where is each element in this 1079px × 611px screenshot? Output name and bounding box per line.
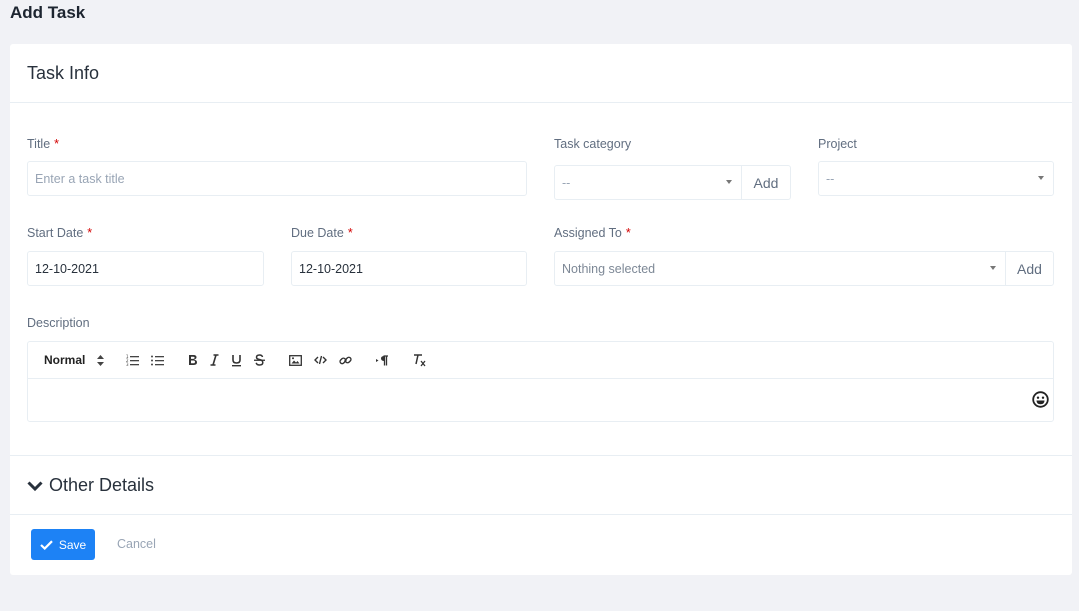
description-label: Description [27,316,90,330]
clear-format-icon[interactable] [413,350,427,370]
project-value: -- [826,171,835,186]
dropdown-caret-icon [990,266,996,270]
code-icon[interactable] [314,350,327,370]
save-label: Save [58,537,87,552]
bullet-list-icon[interactable] [151,350,164,370]
other-details-toggle[interactable]: Other Details [27,475,154,496]
italic-icon[interactable] [210,350,219,370]
section-divider [10,455,1072,456]
due-date-label: Due Date * [291,226,353,240]
title-input[interactable]: Enter a task title [27,161,527,196]
section-divider [10,514,1072,515]
page-title: Add Task [10,3,86,22]
link-icon[interactable] [339,350,352,370]
required-mark: * [54,137,60,151]
task-category-label: Task category [554,137,632,151]
add-assignee-button[interactable]: Add [1005,251,1054,286]
rtl-paragraph-icon[interactable] [376,350,389,370]
dropdown-caret-icon [726,180,732,184]
check-icon [40,539,53,550]
svg-text:3: 3 [126,362,129,366]
start-date-label-text: Start Date [27,226,84,240]
required-mark: * [347,226,353,240]
start-date-label: Start Date * [27,226,92,240]
editor-toolbar: Normal 123 [28,342,1053,379]
title-label: Title * [27,137,59,151]
due-date-label-text: Due Date [291,226,344,240]
add-task-category-button[interactable]: Add [741,165,791,200]
select-arrows-icon [97,354,104,366]
assigned-to-value: Nothing selected [562,261,656,276]
project-label: Project [818,137,857,151]
underline-icon[interactable] [231,350,242,370]
chevron-down-icon [27,480,43,491]
image-icon[interactable] [289,350,302,370]
assigned-to-label: Assigned To * [554,226,631,240]
assigned-to-label-text: Assigned To [554,226,622,240]
cancel-button[interactable]: Cancel [117,537,156,551]
emoji-icon[interactable] [1032,391,1049,408]
dropdown-caret-icon [1038,176,1044,180]
task-category-select[interactable]: -- [554,165,742,200]
bold-icon[interactable] [188,350,198,370]
header-size-select[interactable]: Normal [44,350,104,370]
title-placeholder: Enter a task title [35,171,125,186]
card-header: Task Info [10,44,1072,103]
project-select[interactable]: -- [818,161,1054,196]
required-mark: * [87,226,93,240]
header-size-value: Normal [44,353,86,367]
save-button[interactable]: Save [31,529,95,560]
due-date-input[interactable]: 12-10-2021 [291,251,527,286]
title-label-text: Title [27,137,51,151]
task-form-card: Task Info Title * Enter a task title Task… [10,44,1072,575]
required-mark: * [625,226,631,240]
description-editor: Normal 123 [27,341,1054,422]
ordered-list-icon[interactable]: 123 [126,350,139,370]
start-date-input[interactable]: 12-10-2021 [27,251,264,286]
strike-icon[interactable] [254,350,265,370]
task-category-value: -- [562,175,571,190]
assigned-to-select[interactable]: Nothing selected [554,251,1006,286]
other-details-label: Other Details [49,475,155,495]
